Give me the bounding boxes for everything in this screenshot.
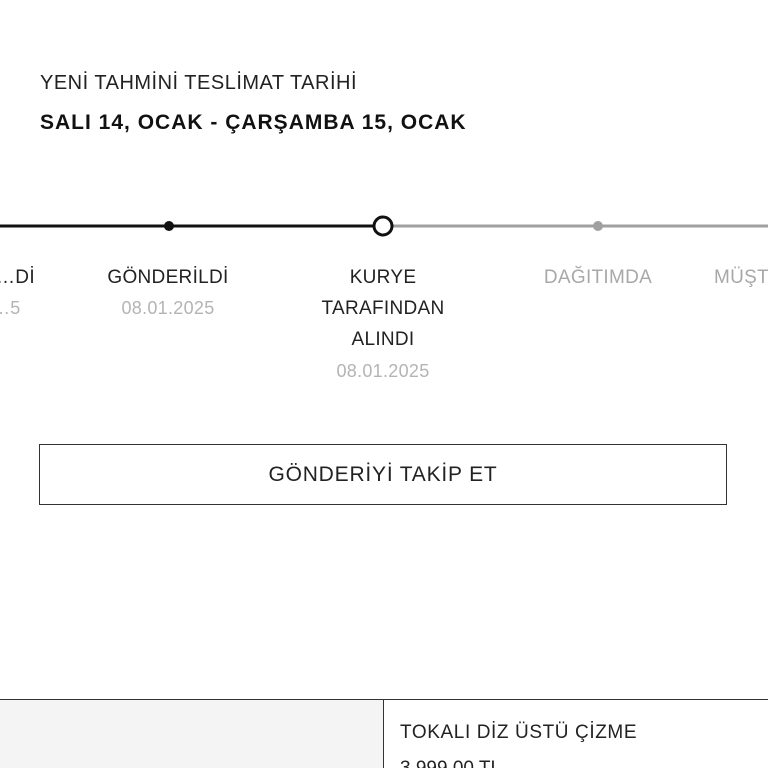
step-dot-shipped bbox=[164, 221, 174, 231]
shipment-timeline bbox=[0, 200, 768, 260]
step-label-previous: …Dİ bbox=[0, 267, 35, 288]
product-price: 3.999,00 TL bbox=[400, 758, 501, 768]
order-tracking-page: YENİ TAHMİNİ TESLİMAT TARİHİ SALI 14, OC… bbox=[0, 0, 768, 768]
step-label-courier-line-1: KURYE bbox=[349, 267, 417, 288]
step-dot-courier-current bbox=[372, 215, 394, 237]
step-label-courier-line-3: ALINDI bbox=[351, 329, 415, 350]
step-label-shipped: GÖNDERİLDİ bbox=[107, 267, 229, 288]
estimated-delivery-label: YENİ TAHMİNİ TESLİMAT TARİHİ bbox=[40, 72, 358, 94]
step-date-courier: 08.01.2025 bbox=[336, 361, 430, 381]
step-dot-in-distribution bbox=[593, 221, 603, 231]
product-image[interactable] bbox=[0, 700, 384, 768]
step-date-shipped: 08.01.2025 bbox=[121, 298, 215, 318]
timeline-track bbox=[0, 215, 768, 237]
product-card: TOKALI DİZ ÜSTÜ ÇİZME 3.999,00 TL bbox=[0, 699, 768, 768]
estimated-delivery-date: SALI 14, OCAK - ÇARŞAMBA 15, OCAK bbox=[40, 111, 467, 134]
step-label-delivered: MÜŞT… bbox=[714, 267, 768, 288]
step-date-previous: …5 bbox=[0, 298, 21, 318]
product-name[interactable]: TOKALI DİZ ÜSTÜ ÇİZME bbox=[400, 722, 637, 744]
track-shipment-button[interactable]: GÖNDERİYİ TAKİP ET bbox=[39, 444, 727, 505]
step-label-courier-line-2: TARAFINDAN bbox=[321, 298, 445, 319]
step-label-in-distribution: DAĞITIMDA bbox=[543, 267, 653, 288]
